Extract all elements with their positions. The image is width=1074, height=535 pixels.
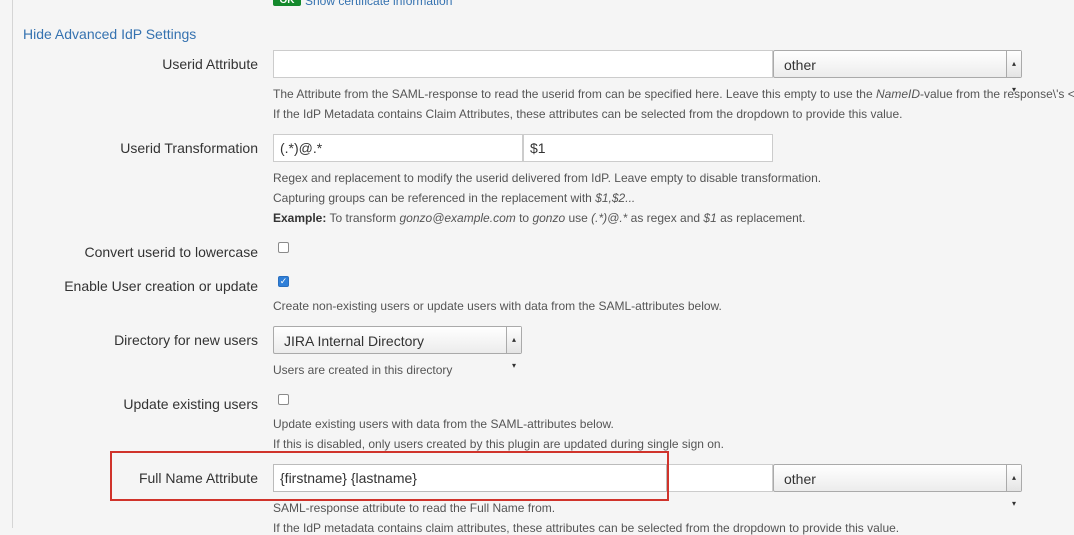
user-creation-label: Enable User creation or update bbox=[64, 278, 258, 294]
full-name-help-1: SAML-response attribute to read the Full… bbox=[273, 501, 556, 515]
full-name-help-2: If the IdP metadata contains claim attri… bbox=[273, 521, 900, 535]
lowercase-checkbox[interactable] bbox=[278, 242, 289, 253]
show-certificate-link[interactable]: Show certificate information bbox=[305, 0, 452, 8]
userid-transformation-help-1: Regex and replacement to modify the user… bbox=[273, 171, 822, 185]
userid-attribute-help-2: If the IdP Metadata contains Claim Attri… bbox=[273, 107, 903, 121]
chevron-down-icon: ▴ ▾ bbox=[1006, 51, 1021, 94]
highlight-box bbox=[110, 451, 669, 501]
userid-attribute-select-value: other bbox=[784, 57, 816, 73]
userid-transformation-help-2: Capturing groups can be referenced in th… bbox=[273, 191, 636, 205]
update-users-checkbox[interactable] bbox=[278, 394, 289, 405]
userid-attribute-label: Userid Attribute bbox=[162, 56, 258, 72]
userid-attribute-help-1: The Attribute from the SAML-response to … bbox=[273, 87, 1074, 101]
update-users-label: Update existing users bbox=[123, 396, 258, 412]
chevron-down-icon: ▴ ▾ bbox=[1006, 465, 1021, 508]
full-name-select[interactable]: other ▴ ▾ bbox=[773, 464, 1022, 508]
hide-advanced-settings-link[interactable]: Hide Advanced IdP Settings bbox=[23, 26, 196, 42]
userid-transformation-label: Userid Transformation bbox=[120, 140, 258, 156]
regex-input[interactable]: (.*)@.* bbox=[273, 134, 523, 162]
directory-help: Users are created in this directory bbox=[273, 363, 453, 377]
update-users-help-1: Update existing users with data from the… bbox=[273, 417, 614, 431]
userid-attribute-select[interactable]: other ▴ ▾ bbox=[773, 50, 1022, 94]
userid-transformation-example: Example: To transform gonzo@example.com … bbox=[273, 211, 806, 225]
chevron-down-icon: ▴ ▾ bbox=[506, 327, 521, 370]
user-creation-help: Create non-existing users or update user… bbox=[273, 299, 722, 313]
full-name-select-value: other bbox=[784, 471, 816, 487]
page-left-border bbox=[12, 0, 13, 528]
directory-select[interactable]: JIRA Internal Directory ▴ ▾ bbox=[273, 326, 522, 370]
ok-badge: OK bbox=[273, 0, 301, 6]
directory-label: Directory for new users bbox=[114, 332, 258, 348]
userid-attribute-input[interactable] bbox=[273, 50, 773, 78]
replacement-input[interactable]: $1 bbox=[523, 134, 773, 162]
lowercase-label: Convert userid to lowercase bbox=[84, 244, 258, 260]
update-users-help-2: If this is disabled, only users created … bbox=[273, 437, 724, 451]
directory-select-value: JIRA Internal Directory bbox=[284, 333, 425, 349]
user-creation-checkbox[interactable]: ✓ bbox=[278, 276, 289, 287]
